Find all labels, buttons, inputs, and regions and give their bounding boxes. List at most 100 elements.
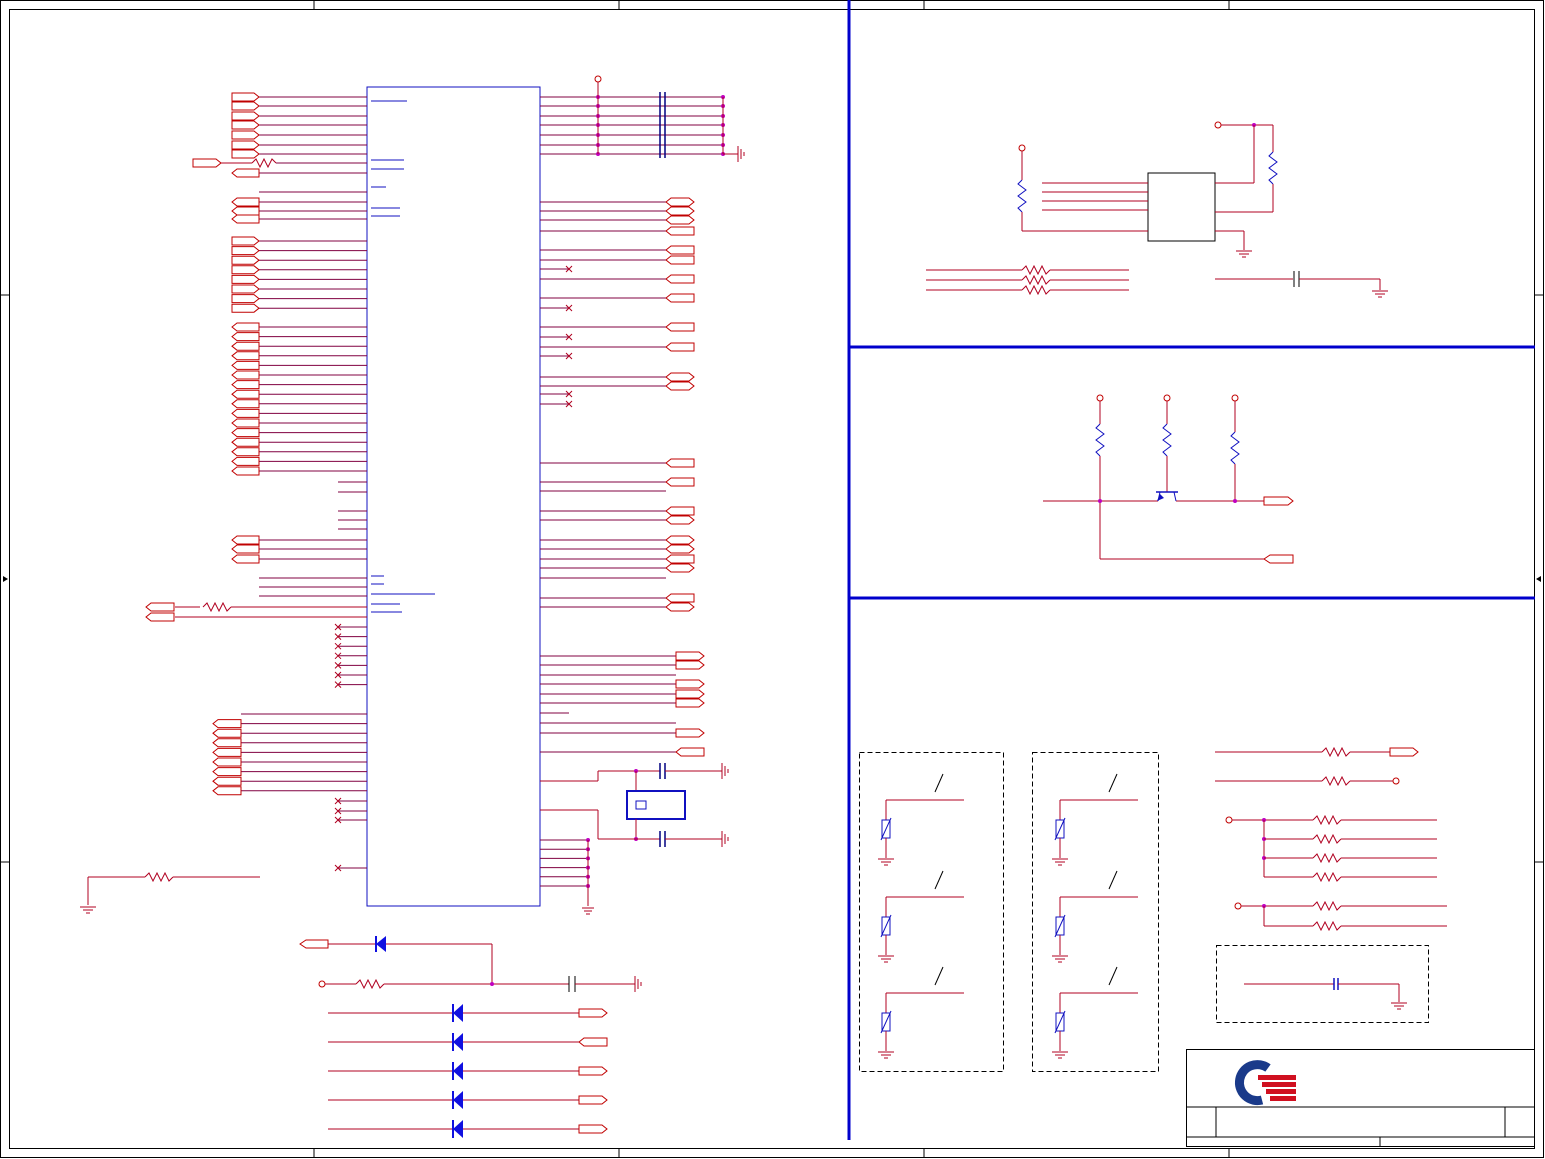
- net-port: [231, 197, 260, 207]
- net-port: [231, 399, 260, 409]
- diode-body: [453, 1062, 463, 1080]
- title-block: [1186, 1049, 1535, 1147]
- net-port: [675, 651, 705, 661]
- net-port: [675, 698, 705, 708]
- net-port: [231, 322, 260, 332]
- net-port: [231, 554, 260, 564]
- net-port: [665, 274, 695, 284]
- net-port: [231, 236, 260, 246]
- diode-body: [453, 1033, 463, 1051]
- net-port: [231, 206, 260, 216]
- bus-slash: [934, 870, 944, 890]
- net-port: [665, 197, 695, 207]
- bus-slash: [934, 966, 944, 986]
- net-port: [231, 111, 260, 121]
- net-port: [665, 215, 695, 225]
- reset-circuit: [299, 936, 642, 992]
- net-port: [212, 747, 242, 757]
- net-port: [665, 515, 695, 525]
- net-port: [212, 786, 242, 796]
- net-port: [212, 728, 242, 738]
- net-port: [231, 246, 260, 256]
- net-port: [578, 1008, 608, 1018]
- net-port: [231, 544, 260, 554]
- net-port: [665, 245, 695, 255]
- net-port: [675, 728, 705, 738]
- net-port: [578, 1124, 608, 1134]
- section-dividers: [847, 0, 1535, 1140]
- net-port: [578, 1066, 608, 1076]
- net-port: [665, 593, 695, 603]
- net-port-flags: [145, 92, 705, 796]
- net-port: [578, 1095, 608, 1105]
- net-port: [665, 563, 695, 573]
- net-port: [665, 206, 695, 216]
- net-port: [665, 342, 695, 352]
- net-port: [231, 360, 260, 370]
- ground-symbol: [737, 146, 745, 162]
- ic-right-pin-wires: [540, 95, 725, 888]
- decoupling-capacitor-bank: [594, 75, 745, 162]
- bus-slash: [934, 773, 944, 793]
- net-port: [665, 506, 695, 516]
- net-port: [231, 265, 260, 275]
- net-port: [145, 602, 175, 612]
- net-port: [665, 458, 695, 468]
- eeprom-circuit: [926, 121, 1388, 298]
- net-port: [231, 214, 260, 224]
- pulldown-resistor: [80, 871, 260, 914]
- net-port: [231, 149, 260, 159]
- net-port: [231, 466, 260, 476]
- net-port: [665, 372, 695, 382]
- net-port: [665, 381, 695, 391]
- led-diode-array: [328, 1004, 608, 1138]
- net-port: [675, 689, 705, 699]
- net-port: [665, 602, 695, 612]
- net-port: [212, 719, 242, 729]
- net-port: [665, 293, 695, 303]
- diode-body: [453, 1091, 463, 1109]
- net-port: [231, 418, 260, 428]
- net-port: [212, 767, 242, 777]
- net-port: [231, 130, 260, 140]
- net-port: [675, 747, 705, 757]
- net-port: [231, 101, 260, 111]
- net-port: [212, 757, 242, 767]
- series-resistor-left: [251, 157, 277, 169]
- optional-capacitor-group: [1216, 945, 1429, 1023]
- net-port: [231, 303, 260, 313]
- net-port: [665, 322, 695, 332]
- net-port: [231, 284, 260, 294]
- net-port: [231, 428, 260, 438]
- net-port: [231, 351, 260, 361]
- net-port: [665, 544, 695, 554]
- schematic-sheet: [0, 0, 1544, 1158]
- net-port: [231, 255, 260, 265]
- net-port: [231, 332, 260, 342]
- net-port: [675, 660, 705, 670]
- main-ic: [366, 86, 541, 907]
- bus-slash: [1108, 966, 1118, 986]
- series-resistor-left-2: [175, 601, 367, 618]
- net-port: [231, 341, 260, 351]
- bus-slash: [1108, 773, 1118, 793]
- net-port: [665, 477, 695, 487]
- termination-resistors: [1215, 746, 1447, 932]
- net-port: [231, 274, 260, 284]
- company-logo: [1235, 1060, 1296, 1106]
- diode-body: [453, 1120, 463, 1138]
- net-port: [212, 776, 242, 786]
- transistor-level-shifter: [1043, 394, 1294, 564]
- net-port: [145, 612, 175, 622]
- net-port: [231, 140, 260, 150]
- net-port: [675, 679, 705, 689]
- net-port: [231, 389, 260, 399]
- net-port: [231, 408, 260, 418]
- net-port: [231, 120, 260, 130]
- net-port: [231, 456, 260, 466]
- net-port: [578, 1037, 608, 1047]
- net-port: [231, 380, 260, 390]
- net-port: [231, 294, 260, 304]
- net-port: [665, 226, 695, 236]
- diode-body: [453, 1004, 463, 1022]
